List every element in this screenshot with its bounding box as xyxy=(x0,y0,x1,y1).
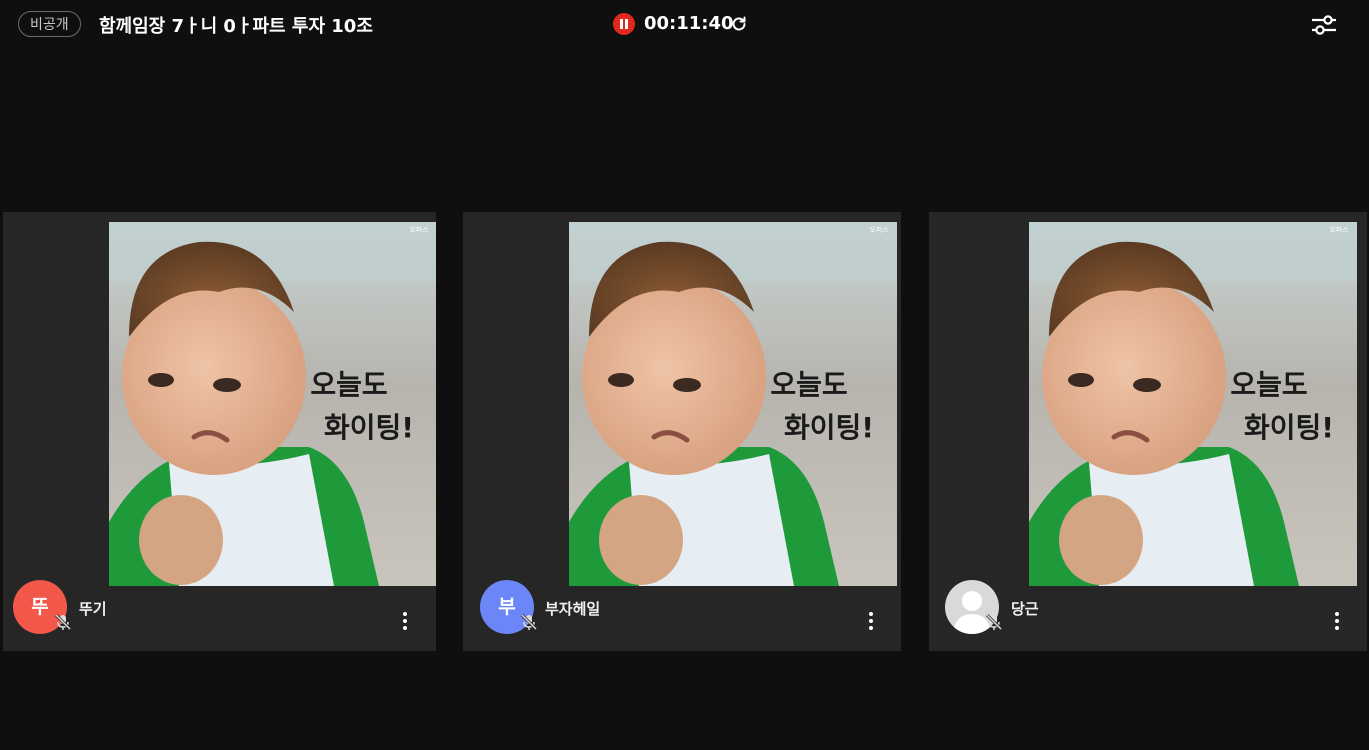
image-watermark: 오피스 xyxy=(409,225,429,234)
participant-tile[interactable]: 오늘도 화이팅! 오피스 뚜 뚜기 xyxy=(3,212,436,651)
recording-timer: 00:11:40 xyxy=(644,13,734,34)
more-options-icon[interactable] xyxy=(1333,612,1341,632)
shared-image: 오늘도 화이팅! 오피스 xyxy=(569,222,897,586)
settings-sliders-icon[interactable] xyxy=(1310,12,1338,38)
image-text-line1: 오늘도 xyxy=(1230,368,1307,401)
participant-tile[interactable]: 오늘도 화이팅! 오피스 부 부자헤일 xyxy=(463,212,901,651)
participant-name: 부자헤일 xyxy=(545,600,601,618)
pause-icon[interactable] xyxy=(613,13,635,35)
more-options-icon[interactable] xyxy=(401,612,409,632)
image-text-line1: 오늘도 xyxy=(310,368,387,401)
top-bar: 비공개 함께임장 7ㅏ니 0ㅏ파트 투자 10조 00:11:40 xyxy=(0,0,1369,50)
participant-name: 당근 xyxy=(1011,600,1039,618)
participant-tile[interactable]: 오늘도 화이팅! 오피스 당근 xyxy=(929,212,1367,651)
mic-muted-icon xyxy=(985,613,1003,631)
mic-muted-icon xyxy=(520,613,538,631)
image-text-line1: 오늘도 xyxy=(770,368,847,401)
mic-muted-icon xyxy=(54,613,72,631)
refresh-icon[interactable] xyxy=(729,14,749,34)
image-watermark: 오피스 xyxy=(869,225,889,234)
image-watermark: 오피스 xyxy=(1329,225,1349,234)
image-text-line2: 화이팅! xyxy=(324,411,414,444)
image-text-line2: 화이팅! xyxy=(784,411,874,444)
more-options-icon[interactable] xyxy=(867,612,875,632)
visibility-badge: 비공개 xyxy=(18,11,81,37)
participant-name: 뚜기 xyxy=(79,600,107,618)
room-title: 함께임장 7ㅏ니 0ㅏ파트 투자 10조 xyxy=(99,16,373,37)
shared-image: 오늘도 화이팅! 오피스 xyxy=(109,222,436,586)
shared-image: 오늘도 화이팅! 오피스 xyxy=(1029,222,1357,586)
image-text-line2: 화이팅! xyxy=(1244,411,1334,444)
